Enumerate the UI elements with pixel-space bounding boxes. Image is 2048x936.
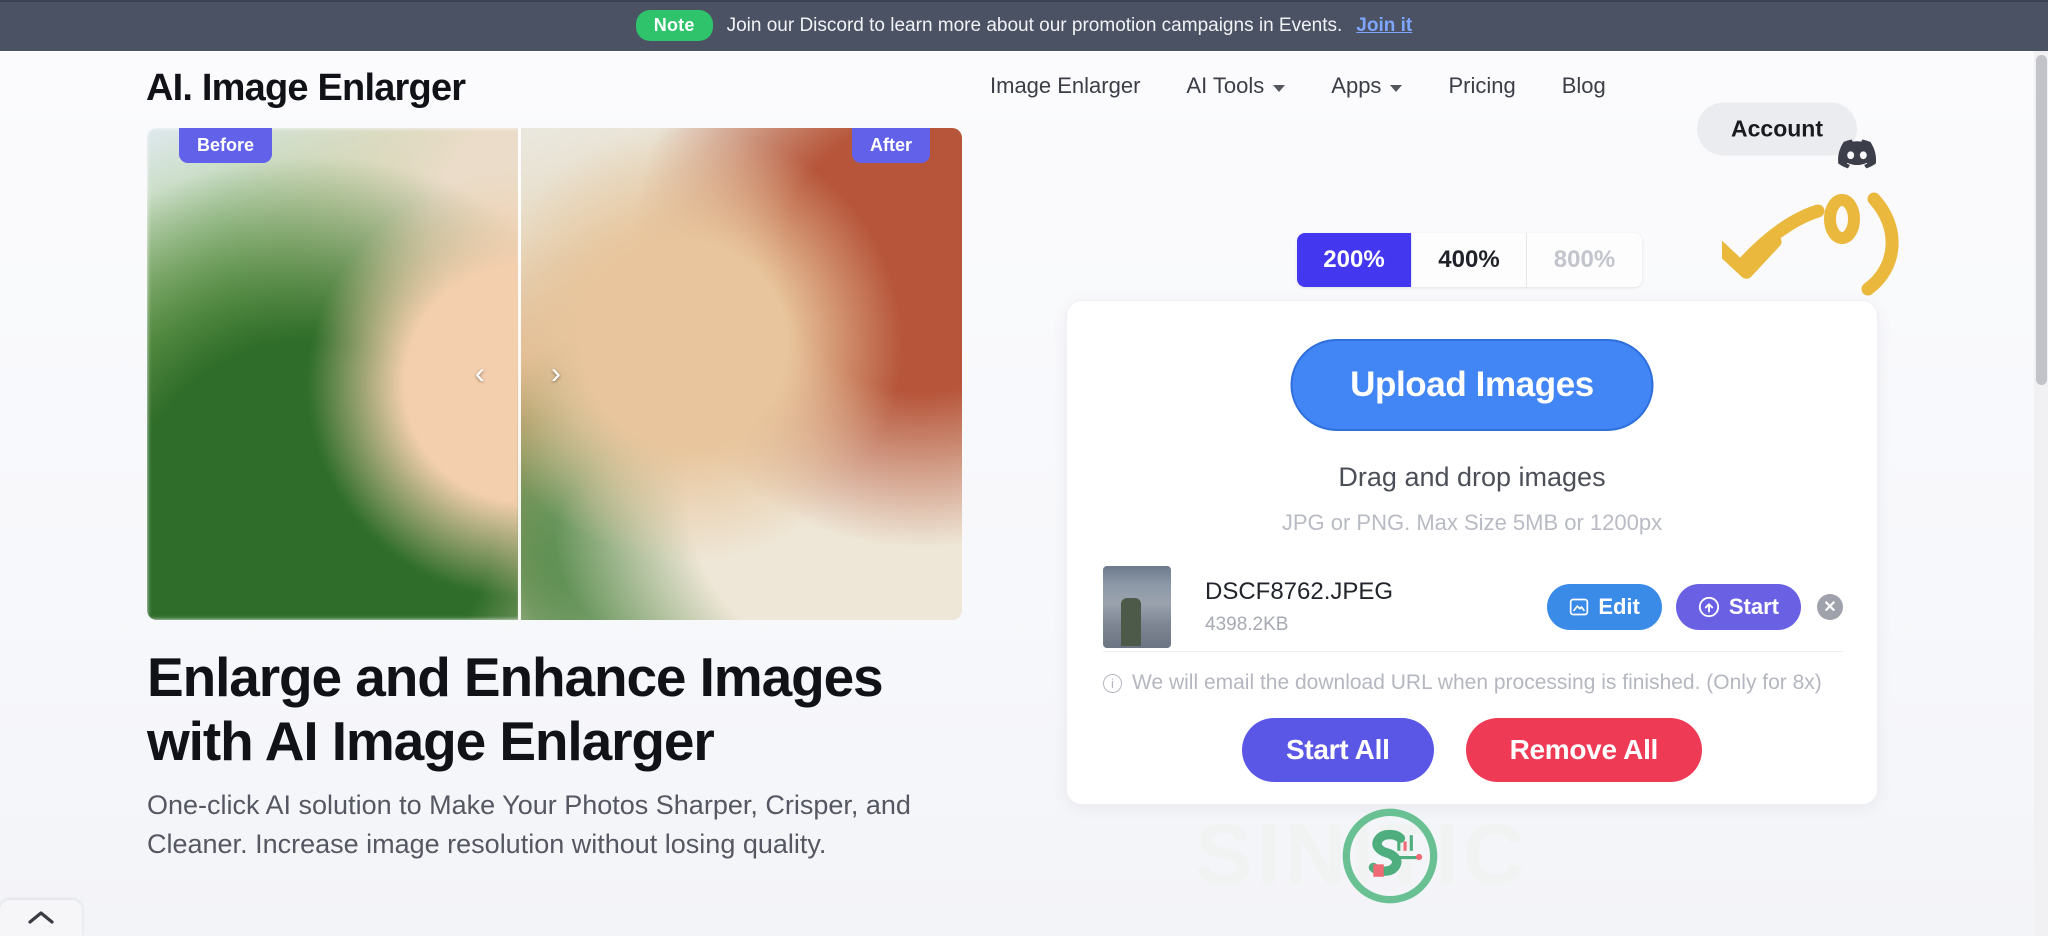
remove-all-button[interactable]: Remove All bbox=[1465, 718, 1703, 782]
nav-label: Blog bbox=[1561, 73, 1606, 98]
account-button[interactable]: Account bbox=[1697, 102, 1857, 156]
nav-item-pricing[interactable]: Pricing bbox=[1448, 73, 1515, 99]
page-content: AI. Image Enlarger Image Enlarger AI Too… bbox=[0, 51, 2034, 936]
nav-label: AI Tools bbox=[1186, 73, 1265, 98]
start-file-button[interactable]: Start bbox=[1675, 583, 1801, 630]
nav-label: Pricing bbox=[1448, 73, 1516, 98]
site-logo-title[interactable]: AI. Image Enlarger bbox=[146, 67, 466, 110]
subtitle-line-1: One-click AI solution to Make Your Photo… bbox=[147, 790, 911, 820]
page-scrollbar-thumb[interactable] bbox=[2036, 55, 2047, 385]
watermark-logo-icon bbox=[1342, 808, 1438, 904]
nav-links: Image Enlarger AI Tools Apps Pricing Blo… bbox=[990, 73, 1606, 99]
notice-text: Join our Discord to learn more about our… bbox=[726, 14, 1343, 36]
nav-item-image-enlarger[interactable]: Image Enlarger bbox=[990, 73, 1140, 99]
file-meta: DSCF8762.JPEG 4398.2KB bbox=[1205, 578, 1547, 636]
remove-file-icon[interactable]: ✕ bbox=[1817, 593, 1843, 620]
zoom-option-400[interactable]: 400% bbox=[1412, 233, 1527, 287]
drag-drop-hint: Drag and drop images bbox=[1338, 462, 1606, 492]
promo-notice-bar: Note Join our Discord to learn more abou… bbox=[0, 0, 2048, 51]
upload-images-button[interactable]: Upload Images bbox=[1290, 339, 1654, 431]
comparison-slider-handle[interactable]: ‹ › bbox=[475, 351, 561, 397]
start-label: Start bbox=[1728, 593, 1779, 619]
zoom-option-200[interactable]: 200% bbox=[1297, 233, 1412, 287]
title-line-2: with AI Image Enlarger bbox=[147, 709, 715, 772]
upload-panel: Upload Images Drag and drop images JPG o… bbox=[1066, 300, 1878, 805]
email-note-text: We will email the download URL when proc… bbox=[1132, 671, 1822, 694]
zoom-level-toggle[interactable]: 200% 400% 800% bbox=[1297, 233, 1642, 287]
before-label: Before bbox=[179, 128, 273, 163]
chevron-down-icon bbox=[1390, 84, 1403, 92]
before-after-comparison[interactable]: ‹ › Before After bbox=[147, 128, 962, 620]
nav-label: Apps bbox=[1331, 73, 1382, 98]
next-arrow-icon[interactable]: › bbox=[551, 357, 561, 391]
discord-icon[interactable] bbox=[1838, 139, 1876, 169]
title-line-1: Enlarge and Enhance Images bbox=[147, 646, 884, 708]
file-size: 4398.2KB bbox=[1205, 613, 1289, 635]
curved-arrow-annotation-icon bbox=[1722, 192, 1899, 296]
info-icon: i bbox=[1103, 673, 1122, 693]
page-subtitle: One-click AI solution to Make Your Photo… bbox=[147, 786, 947, 864]
collapse-panel-tab[interactable] bbox=[0, 900, 82, 936]
upload-cloud-icon bbox=[1698, 596, 1719, 617]
edit-label: Edit bbox=[1598, 593, 1640, 619]
main-navigation: AI. Image Enlarger Image Enlarger AI Too… bbox=[0, 51, 2034, 169]
after-label: After bbox=[851, 128, 930, 163]
join-it-link[interactable]: Join it bbox=[1356, 15, 1412, 37]
subtitle-line-2: Cleaner. Increase image resolution witho… bbox=[147, 829, 827, 860]
note-badge: Note bbox=[635, 10, 713, 41]
file-limit-hint: JPG or PNG. Max Size 5MB or 1200px bbox=[1281, 510, 1663, 535]
nav-item-blog[interactable]: Blog bbox=[1562, 73, 1606, 99]
nav-item-ai-tools[interactable]: AI Tools bbox=[1186, 73, 1286, 99]
page-title: Enlarge and Enhance Images with AI Image… bbox=[147, 646, 1047, 774]
file-thumbnail bbox=[1103, 565, 1171, 648]
zoom-option-800[interactable]: 800% bbox=[1527, 233, 1642, 287]
edit-image-icon bbox=[1570, 598, 1589, 615]
chevron-down-icon bbox=[1273, 84, 1286, 92]
top-accent-line bbox=[0, 0, 2048, 2]
email-notification-note: i We will email the download URL when pr… bbox=[1103, 671, 1822, 695]
prev-arrow-icon[interactable]: ‹ bbox=[475, 357, 485, 391]
edit-file-button[interactable]: Edit bbox=[1547, 583, 1662, 630]
start-all-button[interactable]: Start All bbox=[1241, 718, 1434, 782]
file-name: DSCF8762.JPEG bbox=[1205, 577, 1394, 605]
nav-label: Image Enlarger bbox=[990, 73, 1141, 98]
file-list-item: DSCF8762.JPEG 4398.2KB Edit Start ✕ bbox=[1103, 562, 1843, 652]
nav-item-apps[interactable]: Apps bbox=[1331, 73, 1403, 99]
bulk-action-row: Start All Remove All bbox=[1067, 718, 1877, 782]
chevron-up-icon bbox=[28, 911, 54, 924]
